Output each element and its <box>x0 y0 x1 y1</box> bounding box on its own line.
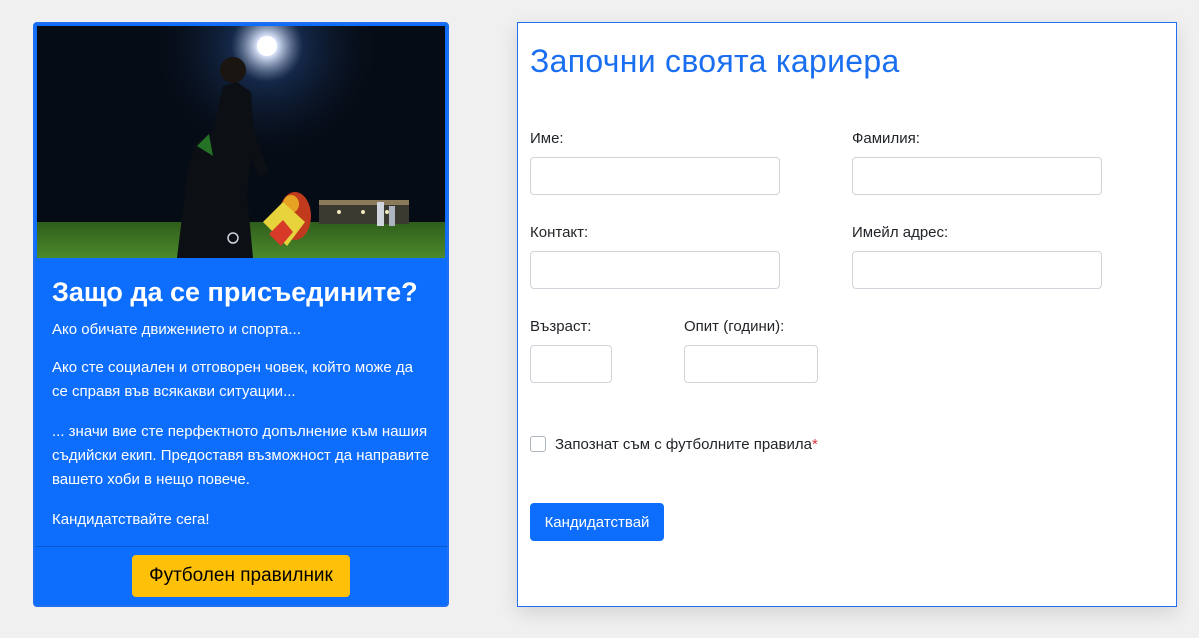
last-name-input[interactable] <box>852 157 1102 195</box>
referee-photo <box>37 26 445 258</box>
info-card-title: Защо да се присъедините? <box>52 277 418 307</box>
email-input[interactable] <box>852 251 1102 289</box>
email-label: Имейл адрес: <box>852 224 949 241</box>
contact-label: Контакт: <box>530 224 589 241</box>
contact-input[interactable] <box>530 251 780 289</box>
age-input[interactable] <box>530 345 612 383</box>
rules-checkbox-row: Запознат съм с футболните правила* <box>530 434 818 454</box>
info-card-paragraph-4: Кандидатствайте сега! <box>52 511 210 528</box>
first-name-input[interactable] <box>530 157 780 195</box>
info-card-body: Защо да се присъедините? Ако обичате дви… <box>52 276 432 548</box>
info-card: Защо да се присъедините? Ако обичате дви… <box>33 22 449 607</box>
rules-checkbox-label[interactable]: Запознат съм с футболните правила <box>555 436 812 453</box>
last-name-label: Фамилия: <box>852 130 920 147</box>
info-card-paragraph-1: Ако обичате движението и спорта... <box>52 321 301 338</box>
form-title: Започни своята кариера <box>530 43 900 79</box>
info-card-footer: Футболен правилник <box>35 546 447 605</box>
info-card-paragraph-3: ... значи вие сте перфектното допълнение… <box>52 423 430 488</box>
first-name-label: Име: <box>530 130 564 147</box>
application-form: Започни своята кариера Име: Фамилия: Кон… <box>517 22 1177 607</box>
referee-photo-illustration <box>37 26 445 258</box>
football-rules-button[interactable]: Футболен правилник <box>132 555 350 597</box>
experience-input[interactable] <box>684 345 818 383</box>
apply-submit-button[interactable]: Кандидатствай <box>530 503 664 541</box>
experience-label: Опит (години): <box>684 318 785 335</box>
rules-checkbox[interactable] <box>530 436 546 452</box>
required-marker: * <box>811 435 818 453</box>
age-label: Възраст: <box>530 318 592 335</box>
rules-checkbox-label-wrap[interactable]: Запознат съм с футболните правила* <box>555 436 818 453</box>
info-card-paragraph-2: Ако сте социален и отговорен човек, койт… <box>52 359 414 400</box>
